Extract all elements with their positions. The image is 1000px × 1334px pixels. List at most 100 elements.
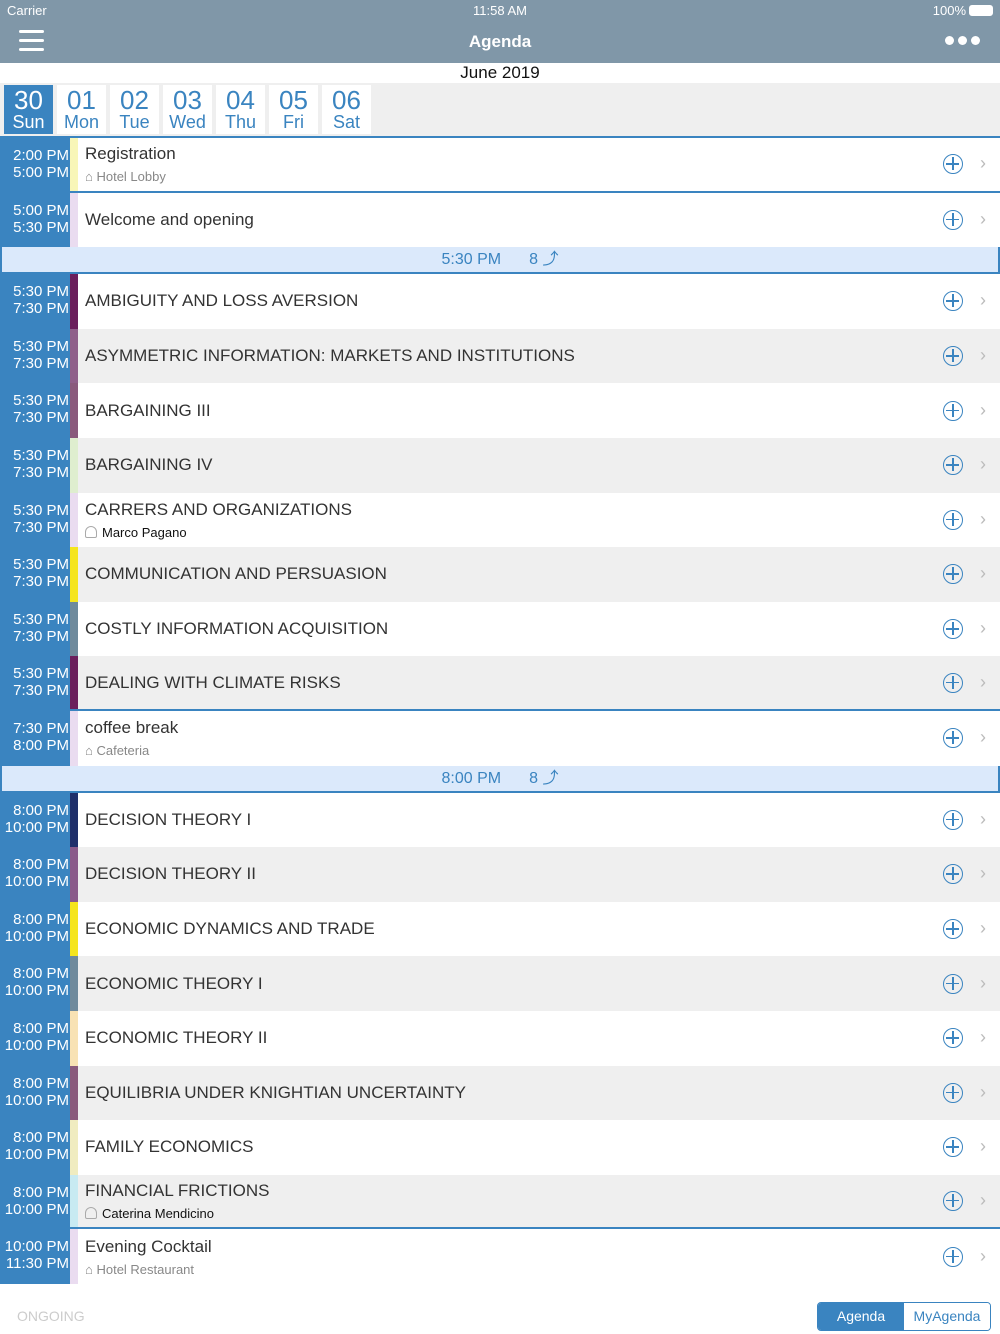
category-color-stripe [70,192,78,248]
location-label: ⌂ Hotel Restaurant [85,1261,195,1277]
day-tab[interactable]: 30 Sun [4,85,53,134]
add-to-myagenda-icon[interactable] [943,1246,963,1267]
time-group-header[interactable]: 8:00 PM 8 ⤴ [0,765,1000,793]
time-group-header[interactable]: 5:30 PM 8 ⤴ [0,247,1000,275]
start-time: 5:30 PM [13,337,69,355]
chevron-right-icon[interactable]: › [980,400,986,421]
day-tab[interactable]: 06 Sat [322,85,371,134]
add-to-myagenda-icon[interactable] [943,209,963,230]
day-tab[interactable]: 04 Thu [216,85,265,134]
end-time: 7:30 PM [13,463,69,481]
chevron-right-icon[interactable]: › [980,290,986,311]
chevron-right-icon[interactable]: › [980,345,986,366]
chevron-right-icon[interactable]: › [980,973,986,994]
chevron-right-icon[interactable]: › [980,1082,986,1103]
item-title: FAMILY ECONOMICS [85,1137,254,1157]
chevron-right-icon[interactable]: › [980,1246,986,1267]
day-tab[interactable]: 01 Mon [57,85,106,134]
time-range: 8:00 PM 10:00 PM [0,1174,70,1228]
day-tab[interactable]: 02 Tue [110,85,159,134]
end-time: 10:00 PM [4,873,69,891]
end-time: 7:30 PM [13,518,69,536]
chevron-right-icon[interactable]: › [980,153,986,174]
agenda-item[interactable]: 5:00 PM 5:30 PM Welcome and opening › [0,192,1000,248]
agenda-item[interactable]: 5:30 PM 7:30 PM COSTLY INFORMATION ACQUIS… [0,601,1000,657]
item-title: ECONOMIC THEORY I [85,973,263,993]
agenda-item[interactable]: 5:30 PM 7:30 PM CARRERS AND ORGANIZATIONS… [0,492,1000,548]
tab-myagenda[interactable]: MyAgenda [904,1303,990,1330]
nav-bar: Carrier 11:58 AM 100% Agenda [0,0,1000,63]
agenda-item[interactable]: 7:30 PM 8:00 PM coffee break ⌂ Cafeteria › [0,710,1000,766]
agenda-item[interactable]: 5:30 PM 7:30 PM ASYMMETRIC INFORMATION: M… [0,328,1000,384]
chevron-right-icon[interactable]: › [980,918,986,939]
add-to-myagenda-icon[interactable] [943,809,963,830]
end-time: 10:00 PM [4,1200,69,1218]
add-to-myagenda-icon[interactable] [943,346,963,367]
chevron-right-icon[interactable]: › [980,209,986,230]
agenda-item[interactable]: 5:30 PM 7:30 PM AMBIGUITY AND LOSS AVERSI… [0,274,1000,329]
add-to-myagenda-icon[interactable] [943,919,963,940]
agenda-item[interactable]: 5:30 PM 7:30 PM COMMUNICATION AND PERSUAS… [0,547,1000,602]
start-time: 8:00 PM [13,856,69,874]
tab-agenda[interactable]: Agenda [818,1303,904,1330]
ongoing-button[interactable]: ONGOING [17,1308,85,1324]
more-options-icon[interactable] [945,36,980,45]
chevron-right-icon[interactable]: › [980,454,986,475]
chevron-right-icon[interactable]: › [980,618,986,639]
chevron-right-icon[interactable]: › [980,509,986,530]
day-tab[interactable]: 05 Fri [269,85,318,134]
location-label: ⌂ Cafeteria [85,743,150,759]
category-color-stripe [70,1065,78,1121]
add-to-myagenda-icon[interactable] [943,400,963,421]
add-to-myagenda-icon[interactable] [943,672,963,693]
agenda-item[interactable]: 8:00 PM 10:00 PM FAMILY ECONOMICS › [0,1120,1000,1175]
agenda-item[interactable]: 8:00 PM 10:00 PM ECONOMIC THEORY I › [0,956,1000,1011]
agenda-list: 2:00 PM 5:00 PM Registration ⌂ Hotel Lobby… [0,136,1000,1284]
agenda-item[interactable]: 10:00 PM 11:30 PM Evening Cocktail ⌂ Hotel… [0,1229,1000,1284]
item-title: BARGAINING III [85,400,211,420]
end-time: 10:00 PM [4,1036,69,1054]
time-range: 5:00 PM 5:30 PM [0,192,70,248]
day-tab[interactable]: 03 Wed [163,85,212,134]
chevron-right-icon[interactable]: › [980,1136,986,1157]
start-time: 5:30 PM [13,392,69,410]
start-time: 5:30 PM [13,610,69,628]
start-time: 8:00 PM [13,1183,69,1201]
item-title: EQUILIBRIA UNDER KNIGHTIAN UNCERTAINTY [85,1082,466,1102]
add-to-myagenda-icon[interactable] [943,1082,963,1103]
item-title: COSTLY INFORMATION ACQUISITION [85,619,389,639]
add-to-myagenda-icon[interactable] [943,509,963,530]
add-to-myagenda-icon[interactable] [943,619,963,640]
agenda-item[interactable]: 5:30 PM 7:30 PM BARGAINING IV › [0,437,1000,493]
agenda-item[interactable]: 8:00 PM 10:00 PM DECISION THEORY II › [0,847,1000,902]
chevron-right-icon[interactable]: › [980,727,986,748]
agenda-item[interactable]: 8:00 PM 10:00 PM EQUILIBRIA UNDER KNIGHTI… [0,1065,1000,1121]
day-number: 30 [14,85,43,115]
agenda-item[interactable]: 8:00 PM 10:00 PM ECONOMIC DYNAMICS AND TR… [0,901,1000,957]
chevron-right-icon[interactable]: › [980,672,986,693]
chevron-right-icon[interactable]: › [980,1190,986,1211]
battery-icon [969,5,993,16]
add-to-myagenda-icon[interactable] [943,1190,963,1211]
agenda-item[interactable]: 2:00 PM 5:00 PM Registration ⌂ Hotel Lobby… [0,138,1000,193]
add-to-myagenda-icon[interactable] [943,973,963,994]
item-title: Welcome and opening [85,209,254,229]
end-time: 7:30 PM [13,300,69,318]
agenda-item[interactable]: 8:00 PM 10:00 PM DECISION THEORY I › [0,792,1000,848]
agenda-item[interactable]: 8:00 PM 10:00 PM ECONOMIC THEORY II › [0,1010,1000,1066]
group-time: 8:00 PM [441,769,502,787]
start-time: 5:30 PM [13,556,69,574]
agenda-item[interactable]: 8:00 PM 10:00 PM FINANCIAL FRICTIONS Cater… [0,1174,1000,1230]
start-time: 10:00 PM [4,1238,69,1256]
end-time: 10:00 PM [4,927,69,945]
end-time: 10:00 PM [4,982,69,1000]
time-range: 8:00 PM 10:00 PM [0,1065,70,1121]
agenda-item[interactable]: 5:30 PM 7:30 PM DEALING WITH CLIMATE RISK… [0,656,1000,711]
chevron-right-icon[interactable]: › [980,809,986,830]
chevron-right-icon[interactable]: › [980,863,986,884]
chevron-right-icon[interactable]: › [980,563,986,584]
chevron-right-icon[interactable]: › [980,1027,986,1048]
agenda-item[interactable]: 5:30 PM 7:30 PM BARGAINING III › [0,383,1000,438]
day-number: 04 [226,85,255,115]
item-title: DECISION THEORY II [85,864,256,884]
